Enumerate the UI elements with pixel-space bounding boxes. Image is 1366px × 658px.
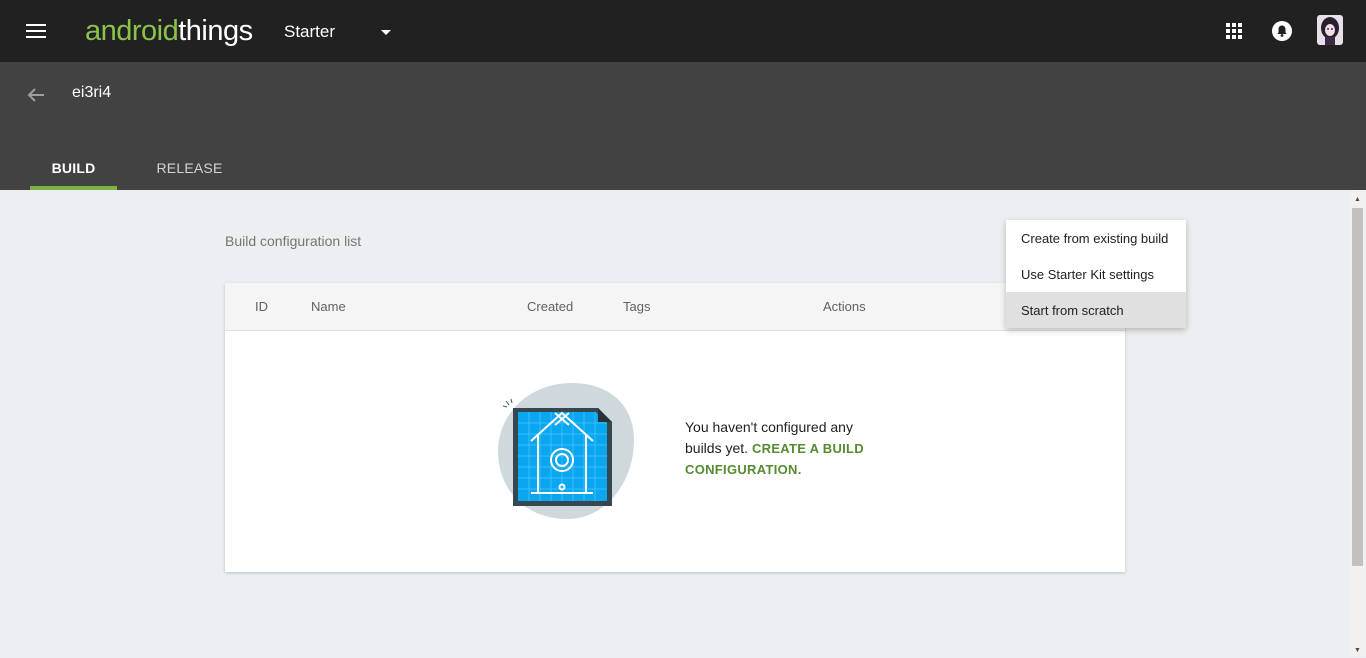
column-header-id[interactable]: ID: [255, 299, 268, 314]
menu-item-start-from-scratch[interactable]: Start from scratch: [1006, 292, 1186, 328]
build-config-table: ID Name Created Tags Actions You haven't…: [225, 283, 1125, 572]
column-header-actions: Actions: [823, 299, 866, 314]
active-tab-indicator: [30, 186, 117, 190]
column-header-created[interactable]: Created: [527, 299, 573, 314]
tab-release[interactable]: RELEASE: [147, 146, 232, 190]
project-title: ei3ri4: [72, 84, 112, 101]
tab-build[interactable]: BUILD: [30, 146, 117, 190]
back-button[interactable]: [20, 79, 52, 111]
user-avatar[interactable]: [1317, 15, 1343, 45]
column-header-name[interactable]: Name: [311, 299, 346, 314]
menu-item-create-from-existing[interactable]: Create from existing build: [1006, 220, 1186, 256]
empty-state-message: You haven't configured any builds yet. C…: [685, 417, 885, 480]
logo-android: android: [85, 15, 179, 47]
project-selector-label: Starter: [284, 22, 336, 41]
notifications-button[interactable]: [1267, 16, 1297, 46]
avatar-image: [1317, 15, 1343, 45]
vertical-scrollbar[interactable]: ▲ ▼: [1349, 190, 1366, 656]
menu-item-use-starter-kit[interactable]: Use Starter Kit settings: [1006, 256, 1186, 292]
create-build-menu: Create from existing build Use Starter K…: [1006, 220, 1186, 328]
arrow-drop-down-icon: [381, 30, 391, 35]
table-header: ID Name Created Tags Actions: [225, 283, 1125, 331]
android-things-logo[interactable]: androidthings: [85, 13, 253, 49]
arrow-back-icon: [27, 88, 44, 102]
top-app-bar: androidthings Starter: [0, 0, 1366, 62]
notifications-bell-icon: [1272, 21, 1292, 41]
apps-grid-icon: [1226, 23, 1242, 39]
project-selector[interactable]: Starter: [284, 16, 396, 48]
column-header-tags: Tags: [623, 299, 651, 314]
project-header: ei3ri4 BUILD RELEASE: [0, 62, 1366, 190]
menu-button[interactable]: [20, 15, 52, 47]
scroll-thumb[interactable]: [1352, 208, 1363, 566]
section-title: Build configuration list: [225, 233, 362, 249]
logo-things: things: [178, 15, 253, 47]
menu-icon: [26, 24, 46, 38]
blueprint-illustration: [498, 383, 635, 519]
scroll-up-arrow[interactable]: ▲: [1349, 191, 1366, 207]
apps-button[interactable]: [1219, 16, 1249, 46]
